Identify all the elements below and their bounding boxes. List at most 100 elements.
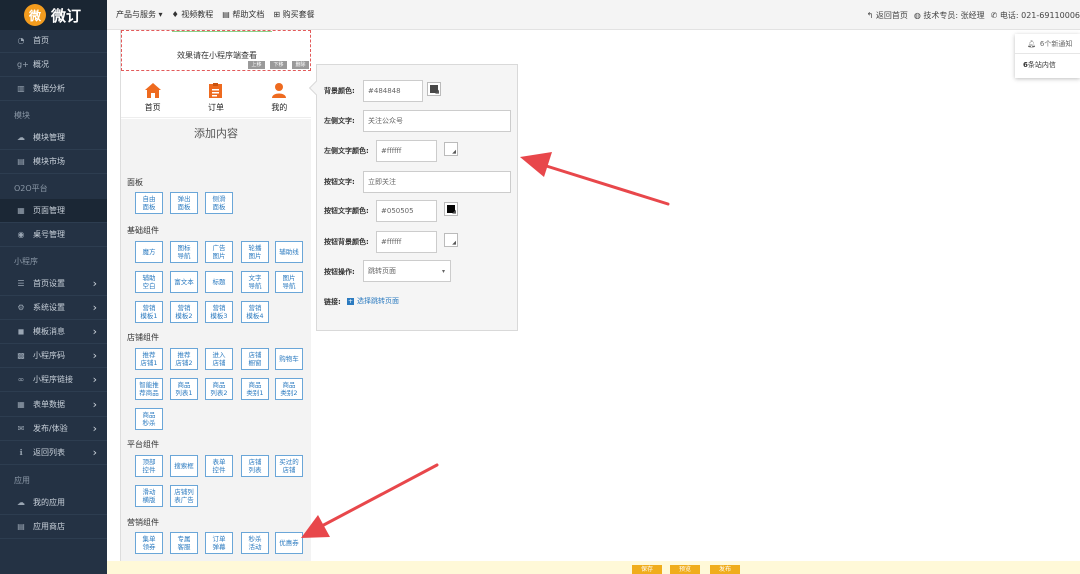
preview-button[interactable]: 预览 bbox=[670, 565, 700, 574]
component-button[interactable]: 顶部 控件 bbox=[135, 455, 163, 477]
button-text-label: 按钮文字: bbox=[324, 178, 355, 186]
component-button[interactable]: 订单 弹幕 bbox=[205, 532, 233, 554]
tab-home[interactable]: 首页 bbox=[128, 78, 178, 117]
notification-item[interactable]: 6 条站内信 bbox=[1015, 54, 1080, 76]
button-bg-swatch[interactable]: ◢ bbox=[444, 233, 458, 247]
selected-module-preview[interactable]: 效果请在小程序端查看 上移 下移 删除 bbox=[121, 30, 311, 71]
button-action-select[interactable]: 跳转页面 ▾ bbox=[363, 260, 451, 282]
sidebar-item[interactable]: ℹ 返回列表 › bbox=[0, 441, 107, 465]
message-text: 条站内信 bbox=[1027, 61, 1056, 69]
component-button[interactable]: 自由 面板 bbox=[135, 192, 163, 214]
component-button[interactable]: 商品 类别2 bbox=[275, 378, 303, 400]
component-button[interactable]: 侧滑 面板 bbox=[205, 192, 233, 214]
sidebar-item[interactable]: ☁ 我的应用 bbox=[0, 491, 107, 515]
component-button[interactable]: 秒杀 活动 bbox=[241, 532, 269, 554]
sidebar-item[interactable]: ▥ 数据分析 bbox=[0, 77, 107, 101]
component-button[interactable]: 表单 控件 bbox=[205, 455, 233, 477]
sidebar: 微 微订 ◔ 首页 g+ 概况 ▥ 数据分析 ☁ 模块管理 ▤ 模块市场 ▦ 页面管理 ◉ 桌号管理 ☰ 首页… bbox=[0, 0, 107, 574]
component-button[interactable]: 集单 领券 bbox=[135, 532, 163, 554]
back-home-link[interactable]: ↰ 返回首页 bbox=[867, 10, 908, 21]
component-button[interactable]: 标题 bbox=[205, 271, 233, 293]
link-icon: ∞ bbox=[17, 374, 25, 384]
component-button[interactable]: 商品 秒杀 bbox=[135, 408, 163, 430]
menu-video-tutorial[interactable]: ♦ 视频教程 bbox=[172, 9, 214, 20]
sidebar-item[interactable]: ▤ 应用商店 bbox=[0, 515, 107, 539]
select-link-text: 选择跳转页面 bbox=[357, 297, 399, 305]
notification-header[interactable]: 🔔︎ 6个新通知 bbox=[1015, 34, 1080, 54]
publish-button[interactable]: 发布 bbox=[710, 565, 740, 574]
component-button[interactable]: 购物车 bbox=[275, 348, 303, 370]
select-link-button[interactable]: + 选择跳转页面 bbox=[347, 296, 399, 306]
component-button[interactable]: 辅助线 bbox=[275, 241, 303, 263]
button-text-color-input[interactable]: #050505 bbox=[376, 200, 437, 222]
component-button[interactable]: 店铺 列表 bbox=[241, 455, 269, 477]
left-text-color-swatch[interactable]: ◢ bbox=[444, 142, 458, 156]
component-button[interactable]: 店铺 橱窗 bbox=[241, 348, 269, 370]
component-button[interactable]: 营销 模板1 bbox=[135, 301, 163, 323]
sidebar-item[interactable]: ∞ 小程序链接 › bbox=[0, 368, 107, 392]
component-button[interactable]: 营销 模板2 bbox=[170, 301, 198, 323]
left-text-input[interactable]: 关注公众号 bbox=[363, 110, 511, 132]
component-button[interactable]: 轮播 图片 bbox=[241, 241, 269, 263]
logo[interactable]: 微 微订 bbox=[0, 0, 107, 30]
component-button[interactable]: 专属 客服 bbox=[170, 532, 198, 554]
component-button[interactable]: 店铺列 表广告 bbox=[170, 485, 198, 507]
sidebar-item[interactable]: ▤ 模块市场 bbox=[0, 150, 107, 174]
sidebar-item[interactable]: ▦ 表单数据 › bbox=[0, 393, 107, 417]
component-button[interactable]: 推荐 店铺2 bbox=[170, 348, 198, 370]
component-button[interactable]: 辅助 空白 bbox=[135, 271, 163, 293]
move-down-button[interactable]: 下移 bbox=[270, 61, 287, 69]
delete-button[interactable]: 删除 bbox=[292, 61, 309, 69]
button-text-color-swatch[interactable]: ◢ bbox=[444, 202, 458, 216]
component-button[interactable]: 图标 导航 bbox=[170, 241, 198, 263]
component-button[interactable]: 弹出 面板 bbox=[170, 192, 198, 214]
component-button[interactable]: 图片 导航 bbox=[275, 271, 303, 293]
menu-buy-plan[interactable]: ⊞ 购买套餐 bbox=[273, 9, 314, 20]
button-text-input[interactable]: 立即关注 bbox=[363, 171, 511, 193]
caret-icon: ◢ bbox=[452, 149, 456, 155]
component-button[interactable]: 智能推 荐商品 bbox=[135, 378, 163, 400]
sidebar-item[interactable]: ⚙ 系统设置 › bbox=[0, 296, 107, 320]
bell-icon: 🔔︎ bbox=[1027, 39, 1036, 48]
component-button[interactable]: 优惠券 bbox=[275, 532, 303, 554]
component-button[interactable]: 商品 类别1 bbox=[241, 378, 269, 400]
component-button[interactable]: 富文本 bbox=[170, 271, 198, 293]
tab-orders[interactable]: 订单 bbox=[191, 78, 241, 117]
sidebar-item[interactable]: ☰ 首页设置 › bbox=[0, 272, 107, 296]
sidebar-item[interactable]: ◔ 首页 bbox=[0, 29, 107, 53]
sidebar-item[interactable]: ▦ 页面管理 bbox=[0, 199, 107, 223]
menu-help-docs[interactable]: ▤ 帮助文档 bbox=[222, 9, 264, 20]
left-text-color-input[interactable]: #ffffff bbox=[376, 140, 437, 162]
component-button[interactable]: 营销 模板4 bbox=[241, 301, 269, 323]
caret-icon: ◢ bbox=[435, 89, 439, 95]
component-button[interactable]: 商品 列表1 bbox=[170, 378, 198, 400]
preview-hint: 效果请在小程序端查看 bbox=[177, 51, 257, 60]
move-up-button[interactable]: 上移 bbox=[248, 61, 265, 69]
bg-color-input[interactable]: #484848 bbox=[363, 80, 423, 102]
component-button[interactable]: 商品 列表2 bbox=[205, 378, 233, 400]
component-button[interactable]: 魔方 bbox=[135, 241, 163, 263]
component-button[interactable]: 广告 图片 bbox=[205, 241, 233, 263]
component-button[interactable]: 营销 模板3 bbox=[205, 301, 233, 323]
component-button[interactable]: 搜索框 bbox=[170, 455, 198, 477]
component-button[interactable]: 买过的 店铺 bbox=[275, 455, 303, 477]
tab-mine[interactable]: 我的 bbox=[254, 78, 304, 117]
tab-home-label: 首页 bbox=[144, 103, 161, 112]
sidebar-item[interactable]: ▩ 小程序码 › bbox=[0, 344, 107, 368]
sidebar-item[interactable]: ✉ 发布/体验 › bbox=[0, 417, 107, 441]
bg-color-swatch[interactable]: ◢ bbox=[427, 82, 441, 96]
menu-products[interactable]: 产品与服务 ▾ bbox=[116, 9, 163, 20]
sidebar-item[interactable]: g+ 概况 bbox=[0, 53, 107, 77]
component-button[interactable]: 进入 店铺 bbox=[205, 348, 233, 370]
button-bg-input[interactable]: #ffffff bbox=[376, 231, 437, 253]
sidebar-item[interactable]: ◉ 桌号管理 bbox=[0, 223, 107, 247]
sidebar-item-label: 桌号管理 bbox=[33, 230, 65, 239]
component-button[interactable]: 滑动 横版 bbox=[135, 485, 163, 507]
component-group-title: 平台组件 bbox=[127, 440, 159, 449]
component-button[interactable]: 文字 导航 bbox=[241, 271, 269, 293]
sidebar-item[interactable]: ☁ 模块管理 bbox=[0, 126, 107, 150]
save-button[interactable]: 保存 bbox=[632, 565, 662, 574]
sidebar-item[interactable]: ◼ 模板消息 › bbox=[0, 320, 107, 344]
chevron-down-icon: ▾ bbox=[441, 267, 445, 275]
component-button[interactable]: 推荐 店铺1 bbox=[135, 348, 163, 370]
